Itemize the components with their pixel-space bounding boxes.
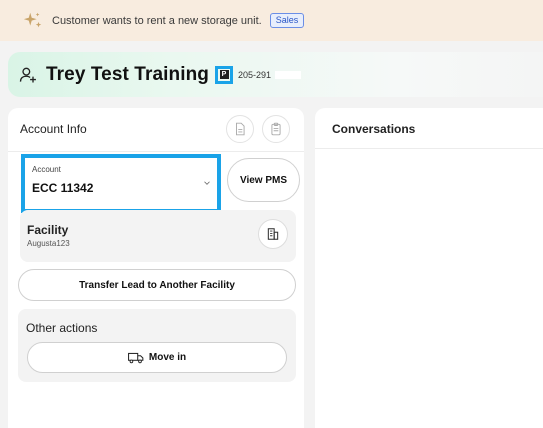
other-actions-card: Other actions Move in [18,309,296,382]
account-info-panel: Account Info Account ECC 11342 View PMS … [8,108,304,428]
account-label: Account [32,165,61,174]
move-in-button[interactable]: Move in [27,342,287,373]
truck-icon [127,352,144,363]
phone-number: 205-291 [238,69,272,80]
clipboard-button[interactable] [262,115,290,143]
account-select[interactable]: Account ECC 11342 [21,154,221,213]
conversations-title: Conversations [332,122,416,136]
contact-header: Trey Test Training P 205-291 [8,52,543,97]
transfer-lead-button[interactable]: Transfer Lead to Another Facility [18,269,296,301]
conversations-divider [315,148,543,149]
panel-divider [8,151,304,152]
chevron-down-icon [204,181,210,185]
conversations-panel: Conversations [315,108,543,428]
document-button[interactable] [226,115,254,143]
banner-text: Customer wants to rent a new storage uni… [52,14,262,27]
other-actions-title: Other actions [26,321,98,335]
facility-card: Facility Augusta123 [20,210,296,262]
sparkle-icon [23,12,42,27]
building-icon [267,228,279,240]
notification-banner: Customer wants to rent a new storage uni… [0,0,543,41]
view-pms-button[interactable]: View PMS [227,158,300,202]
person-add-icon [19,67,36,82]
facility-button[interactable] [258,219,288,249]
contact-name: Trey Test Training [46,63,209,85]
move-in-label: Move in [148,352,187,363]
sales-badge: Sales [269,13,305,28]
account-value: ECC 11342 [32,181,94,195]
document-icon [236,122,245,136]
clipboard-icon [271,122,281,136]
facility-value: Augusta123 [27,239,70,248]
facility-title: Facility [27,223,69,237]
flag-letter: P [219,70,229,79]
panel-title: Account Info [20,122,87,136]
flag-icon[interactable]: P [215,65,233,84]
phone-mask [275,70,302,79]
